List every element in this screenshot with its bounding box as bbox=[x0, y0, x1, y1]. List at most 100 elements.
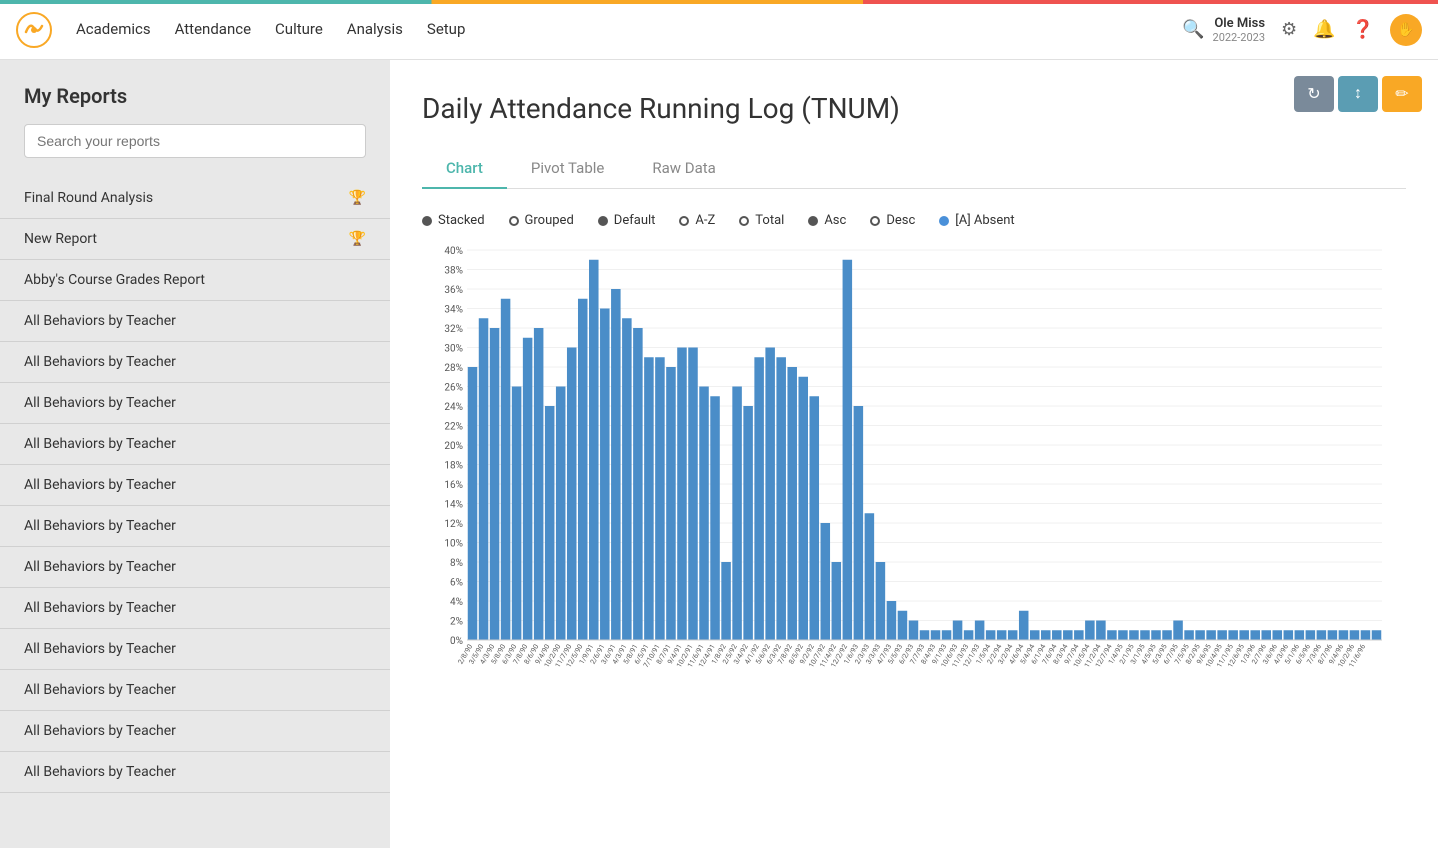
help-icon[interactable]: ❓ bbox=[1352, 19, 1374, 40]
tab-chart[interactable]: Chart bbox=[422, 149, 507, 189]
report-item[interactable]: All Behaviors by Teacher bbox=[0, 588, 390, 629]
bell-icon[interactable]: 🔔 bbox=[1313, 19, 1335, 40]
logo[interactable] bbox=[16, 12, 52, 48]
legend-item[interactable]: Desc bbox=[870, 213, 915, 228]
legend-item[interactable]: [A] Absent bbox=[939, 213, 1014, 228]
legend-item[interactable]: Total bbox=[739, 213, 784, 228]
bar[interactable] bbox=[1250, 630, 1260, 640]
bar[interactable] bbox=[942, 630, 952, 640]
bar[interactable] bbox=[920, 630, 930, 640]
bar[interactable] bbox=[1284, 630, 1294, 640]
refresh-button[interactable]: ↻ bbox=[1294, 76, 1334, 112]
bar[interactable] bbox=[1096, 621, 1106, 641]
bar[interactable] bbox=[1306, 630, 1316, 640]
bar[interactable] bbox=[721, 562, 731, 640]
bar[interactable] bbox=[1107, 630, 1117, 640]
bar[interactable] bbox=[644, 357, 654, 640]
search-icon[interactable]: 🔍 bbox=[1182, 19, 1204, 40]
bar[interactable] bbox=[501, 299, 511, 640]
legend-item[interactable]: Grouped bbox=[509, 213, 574, 228]
bar[interactable] bbox=[1052, 630, 1062, 640]
bar[interactable] bbox=[975, 621, 985, 641]
bar[interactable] bbox=[1261, 630, 1271, 640]
bar[interactable] bbox=[490, 328, 500, 640]
bar[interactable] bbox=[534, 328, 544, 640]
bar[interactable] bbox=[1239, 630, 1249, 640]
edit-button[interactable]: ✏ bbox=[1382, 76, 1422, 112]
bar[interactable] bbox=[1173, 621, 1183, 641]
nav-attendance[interactable]: Attendance bbox=[175, 16, 251, 44]
report-item[interactable]: All Behaviors by Teacher bbox=[0, 506, 390, 547]
bar[interactable] bbox=[765, 348, 775, 641]
bar[interactable] bbox=[754, 357, 764, 640]
sort-button[interactable]: ↕ bbox=[1338, 76, 1378, 112]
legend-item[interactable]: Default bbox=[598, 213, 656, 228]
bar[interactable] bbox=[1206, 630, 1216, 640]
bar[interactable] bbox=[776, 357, 786, 640]
tab-raw[interactable]: Raw Data bbox=[628, 149, 739, 189]
bar[interactable] bbox=[512, 387, 522, 641]
bar[interactable] bbox=[1195, 630, 1205, 640]
bar[interactable] bbox=[1317, 630, 1327, 640]
bar[interactable] bbox=[1295, 630, 1305, 640]
bar[interactable] bbox=[523, 338, 533, 640]
bar[interactable] bbox=[964, 630, 974, 640]
bar[interactable] bbox=[809, 396, 819, 640]
report-item[interactable]: New Report🏆 bbox=[0, 219, 390, 260]
bar[interactable] bbox=[666, 367, 676, 640]
bar[interactable] bbox=[1085, 621, 1095, 641]
report-item[interactable]: All Behaviors by Teacher bbox=[0, 711, 390, 752]
bar[interactable] bbox=[1361, 630, 1371, 640]
bar[interactable] bbox=[600, 309, 610, 641]
bar[interactable] bbox=[1151, 630, 1161, 640]
bar[interactable] bbox=[953, 621, 963, 641]
legend-item[interactable]: Asc bbox=[808, 213, 846, 228]
bar[interactable] bbox=[567, 348, 577, 641]
bar[interactable] bbox=[1063, 630, 1073, 640]
bar[interactable] bbox=[1184, 630, 1194, 640]
bar[interactable] bbox=[887, 601, 897, 640]
bar[interactable] bbox=[1019, 611, 1029, 640]
bar[interactable] bbox=[986, 630, 996, 640]
bar[interactable] bbox=[655, 357, 665, 640]
bar[interactable] bbox=[997, 630, 1007, 640]
bar[interactable] bbox=[1074, 630, 1084, 640]
bar[interactable] bbox=[1129, 630, 1139, 640]
tab-pivot[interactable]: Pivot Table bbox=[507, 149, 628, 189]
bar[interactable] bbox=[931, 630, 941, 640]
bar[interactable] bbox=[468, 367, 478, 640]
bar[interactable] bbox=[898, 611, 908, 640]
bar[interactable] bbox=[556, 387, 566, 641]
bar[interactable] bbox=[677, 348, 687, 641]
bar[interactable] bbox=[1008, 630, 1018, 640]
bar[interactable] bbox=[589, 260, 599, 640]
bar[interactable] bbox=[611, 289, 621, 640]
bar[interactable] bbox=[1328, 630, 1338, 640]
bar[interactable] bbox=[1372, 630, 1382, 640]
bar[interactable] bbox=[545, 406, 555, 640]
report-item[interactable]: All Behaviors by Teacher bbox=[0, 424, 390, 465]
bar[interactable] bbox=[1162, 630, 1172, 640]
bar[interactable] bbox=[865, 513, 875, 640]
bar[interactable] bbox=[1273, 630, 1283, 640]
report-item[interactable]: All Behaviors by Teacher bbox=[0, 670, 390, 711]
search-input[interactable] bbox=[24, 124, 366, 158]
bar[interactable] bbox=[1030, 630, 1040, 640]
bar[interactable] bbox=[688, 348, 698, 641]
bar[interactable] bbox=[479, 318, 489, 640]
report-item[interactable]: All Behaviors by Teacher bbox=[0, 301, 390, 342]
bar[interactable] bbox=[1118, 630, 1128, 640]
nav-culture[interactable]: Culture bbox=[275, 16, 323, 44]
bar[interactable] bbox=[732, 387, 742, 641]
bar[interactable] bbox=[909, 621, 919, 641]
bar[interactable] bbox=[787, 367, 797, 640]
report-item[interactable]: All Behaviors by Teacher bbox=[0, 629, 390, 670]
bar[interactable] bbox=[832, 562, 842, 640]
bar[interactable] bbox=[1041, 630, 1051, 640]
bar[interactable] bbox=[821, 523, 831, 640]
bar[interactable] bbox=[1217, 630, 1227, 640]
bar[interactable] bbox=[1228, 630, 1238, 640]
bar[interactable] bbox=[622, 318, 632, 640]
legend-item[interactable]: Stacked bbox=[422, 213, 485, 228]
bar[interactable] bbox=[843, 260, 853, 640]
